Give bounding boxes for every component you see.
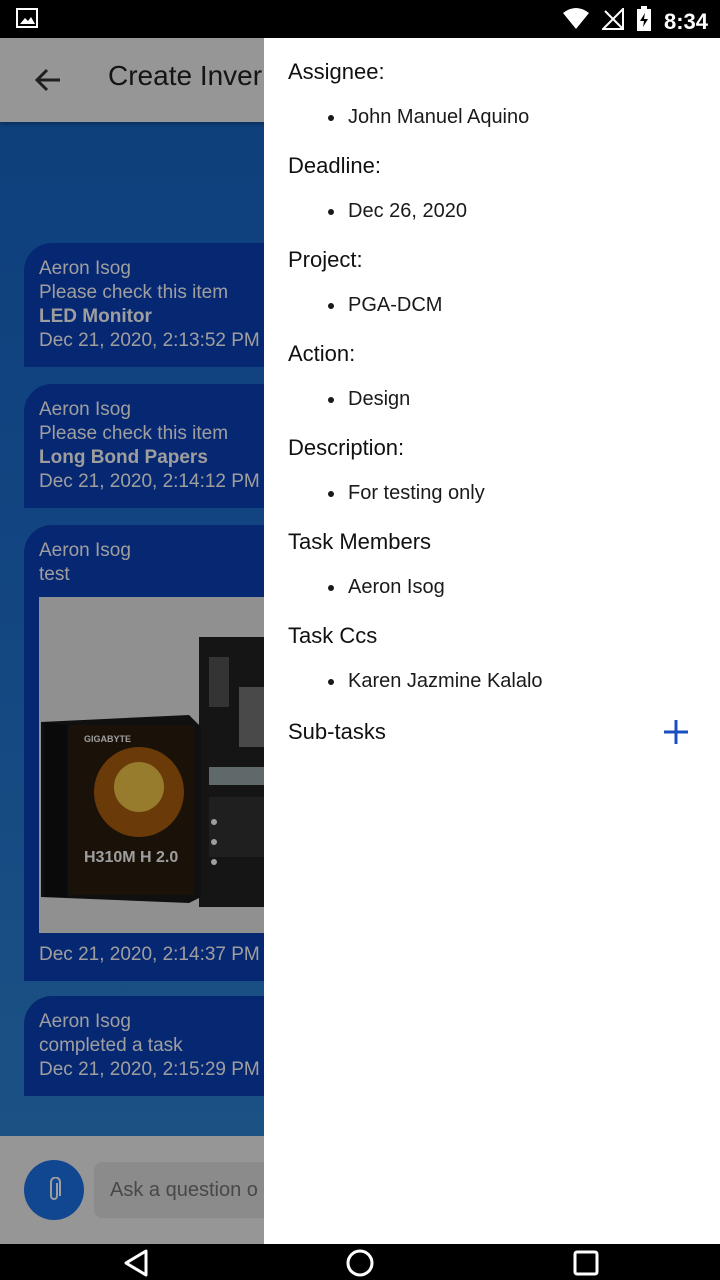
field-value: PGA-DCM	[288, 292, 696, 318]
task-details-drawer: Assignee: John Manuel Aquino Deadline: D…	[264, 38, 720, 1244]
status-time: 8:34	[663, 8, 708, 34]
assignee-field: Assignee: John Manuel Aquino	[288, 58, 696, 130]
back-nav-button[interactable]	[116, 1248, 156, 1278]
field-label: Project:	[288, 247, 363, 272]
field-label: Task Members	[288, 529, 432, 554]
task-ccs-field: Task Ccs Karen Jazmine Kalalo	[288, 622, 696, 694]
plus-icon	[664, 720, 688, 744]
field-value: Design	[288, 386, 696, 412]
field-label: Task Ccs	[288, 623, 378, 648]
recents-nav-button[interactable]	[566, 1248, 606, 1278]
field-label: Assignee:	[288, 59, 385, 84]
add-subtask-button[interactable]	[656, 712, 696, 752]
field-label: Deadline:	[288, 153, 381, 178]
no-signal-icon	[600, 6, 624, 35]
home-nav-button[interactable]	[340, 1248, 380, 1278]
field-label: Description:	[288, 435, 405, 460]
navigation-bar	[0, 1244, 720, 1280]
status-icons: 8:34	[562, 6, 708, 37]
field-value: Aeron Isog	[288, 574, 696, 600]
subtasks-label: Sub-tasks	[288, 719, 386, 744]
description-field: Description: For testing only	[288, 434, 696, 506]
field-value: Dec 26, 2020	[288, 198, 696, 224]
task-members-field: Task Members Aeron Isog	[288, 528, 696, 600]
field-value: For testing only	[288, 480, 696, 506]
field-value: John Manuel Aquino	[288, 104, 696, 130]
project-field: Project: PGA-DCM	[288, 246, 696, 318]
square-recents-icon	[573, 1250, 599, 1276]
status-bar: 8:34	[0, 0, 720, 38]
triangle-back-icon	[124, 1249, 148, 1277]
circle-home-icon	[346, 1249, 374, 1277]
battery-charging-icon	[636, 6, 652, 37]
field-label: Action:	[288, 341, 356, 366]
field-value: Karen Jazmine Kalalo	[288, 668, 696, 694]
subtasks-row: Sub-tasks	[288, 716, 696, 748]
image-icon	[16, 8, 38, 33]
action-field: Action: Design	[288, 340, 696, 412]
wifi-icon	[562, 8, 590, 35]
deadline-field: Deadline: Dec 26, 2020	[288, 152, 696, 224]
